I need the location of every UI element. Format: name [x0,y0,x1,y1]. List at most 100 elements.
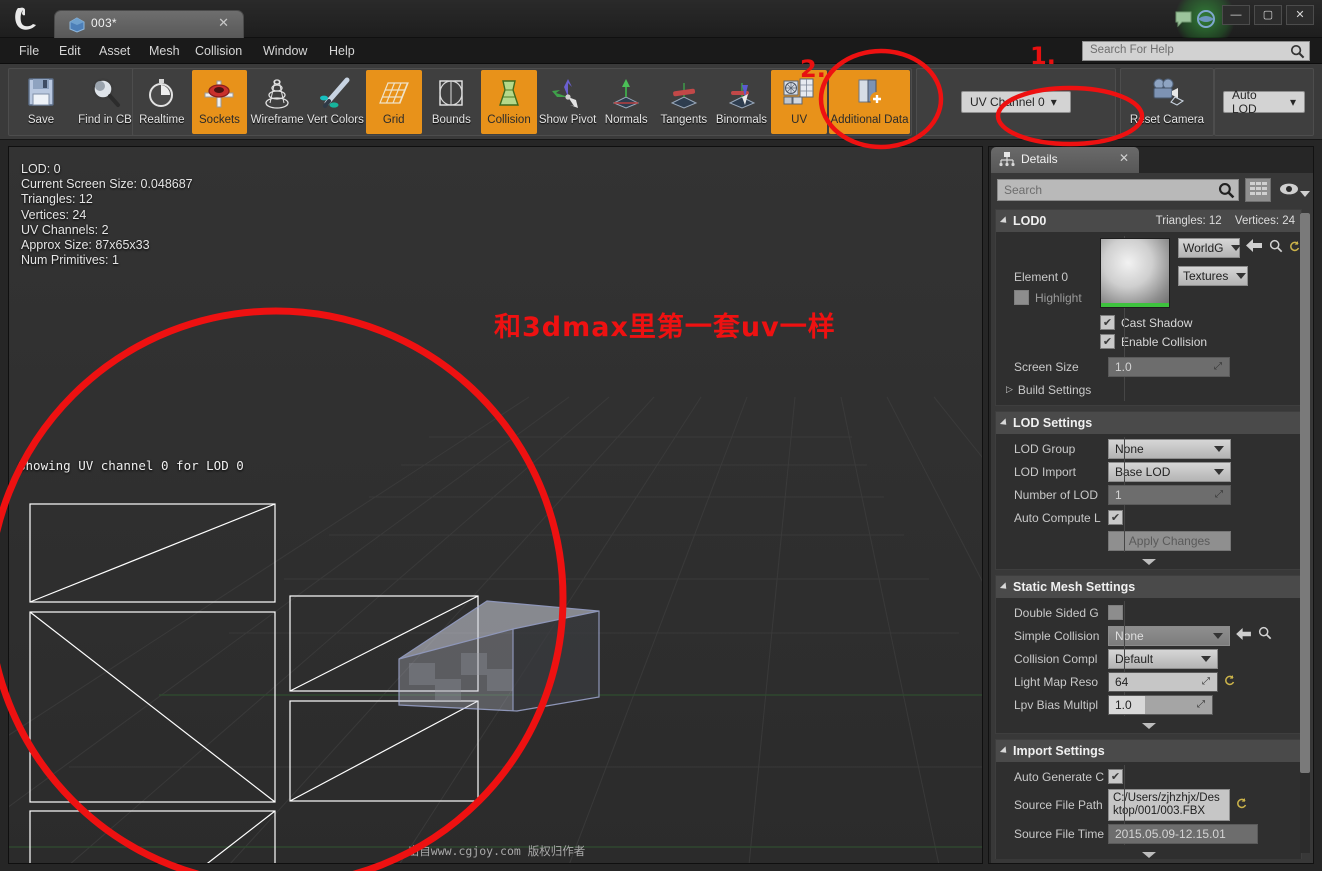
vert-colors-button[interactable]: Vert Colors [307,70,364,134]
row-lod-import: LOD Import Base LOD [996,460,1301,483]
textures-dropdown[interactable]: Textures [1178,266,1248,286]
mesh-viewport[interactable]: LOD: 0 Current Screen Size: 0.048687 Tri… [8,146,983,864]
lod-settings-expand[interactable] [996,555,1301,569]
stat-num-primitives: Num Primitives: 1 [21,253,119,268]
pivot-icon [548,75,588,111]
binormals-label: Binormals [715,114,768,126]
help-search-input[interactable]: Search For Help [1082,41,1310,61]
chevron-down-icon: ▾ [1050,95,1057,109]
grid-button[interactable]: Grid [365,70,422,134]
menu-file[interactable]: File [10,38,48,64]
light-map-res-input[interactable]: 64 ⤢ [1108,671,1218,692]
enable-collision-label: Enable Collision [1121,334,1208,349]
auto-lod-dropdown[interactable]: Auto LOD ▾ [1223,88,1305,116]
close-icon[interactable]: ✕ [218,15,229,31]
wireframe-button[interactable]: Wireframe [249,70,305,134]
save-button[interactable]: Save [10,70,72,134]
additional-data-button[interactable]: Additional Data [828,70,910,134]
find-in-cb-button[interactable]: Find in CB [74,70,136,134]
normals-button[interactable]: Normals [598,70,654,134]
realtime-label: Realtime [139,114,185,126]
spinner-icon[interactable]: ⤢ [1214,361,1225,372]
reset-icon[interactable] [1224,673,1236,691]
section-lod0-title: LOD0 [1013,214,1047,228]
auto-compute-checkbox[interactable]: ✔ [1108,510,1123,525]
back-arrow-icon[interactable] [1236,627,1252,645]
stat-triangles: Triangles: 12 [21,192,93,207]
search-icon [1218,182,1235,204]
section-import-header[interactable]: Import Settings [996,740,1301,762]
bounds-button[interactable]: Bounds [424,70,480,134]
scrollbar-thumb[interactable] [1300,213,1310,773]
eye-icon[interactable] [1279,182,1299,201]
material-thumbnail[interactable] [1100,238,1170,308]
binormals-button[interactable]: Binormals [714,70,770,134]
enable-collision-checkbox[interactable]: ✔ [1100,334,1115,349]
browse-icon[interactable] [1258,626,1272,645]
section-static-mesh-header[interactable]: Static Mesh Settings [996,576,1301,598]
show-pivot-button[interactable]: Show Pivot [538,70,597,134]
number-of-lod-input[interactable]: 1 ⤢ [1108,484,1231,505]
show-pivot-label: Show Pivot [538,114,597,126]
section-lod0-header[interactable]: LOD0 Triangles: 12 Vertices: 24 [996,210,1301,232]
details-search-input[interactable]: Search [997,179,1239,201]
tangents-label: Tangents [660,114,708,126]
static-mesh-expand[interactable] [996,719,1301,733]
spinner-icon[interactable]: ⤢ [1202,676,1213,687]
material-dropdown[interactable]: WorldG [1178,238,1242,258]
menu-edit[interactable]: Edit [50,38,90,64]
collision-button[interactable]: Collision [481,70,537,134]
screen-size-input[interactable]: 1.0 ⤢ [1108,356,1230,377]
back-arrow-icon[interactable] [1246,239,1263,257]
auto-generate-checkbox[interactable]: ✔ [1108,769,1123,784]
maximize-button[interactable]: ▢ [1254,5,1282,25]
highlight-checkbox[interactable] [1014,290,1029,305]
apply-changes-button[interactable]: Apply Changes [1108,530,1231,551]
lpv-bias-input[interactable]: 1.0 [1109,695,1145,714]
spinner-icon[interactable]: ⤢ [1197,699,1208,710]
menu-help[interactable]: Help [320,38,364,64]
spinner-icon[interactable]: ⤢ [1215,489,1226,500]
import-settings-expand[interactable] [996,848,1301,859]
simple-collision-dropdown[interactable]: None [1108,625,1230,646]
lod-group-dropdown[interactable]: None [1108,438,1231,459]
sockets-button[interactable]: Sockets [191,70,248,134]
details-scrollbar[interactable] [1300,213,1310,853]
feedback-icon[interactable] [1174,9,1194,29]
details-search-placeholder: Search [1004,183,1043,197]
double-sided-checkbox[interactable] [1108,605,1123,620]
cast-shadow-label: Cast Shadow [1121,315,1193,330]
section-lod-settings-header[interactable]: LOD Settings [996,412,1301,434]
minimize-button[interactable]: — [1222,5,1250,25]
menu-window[interactable]: Window [254,38,316,64]
cast-shadow-checkbox[interactable]: ✔ [1100,315,1115,330]
asset-tab[interactable]: 003* ✕ [54,10,244,38]
chevron-down-icon[interactable] [1300,185,1310,203]
details-body: Search LOD0 Triangles: 12 Vertices: 24 E… [991,173,1313,863]
expand-triangle-icon[interactable]: ▷ [1006,384,1013,395]
reset-camera-button[interactable]: Reset Camera [1122,70,1212,134]
main-toolbar: Save Find in CB Realtime Sockets Wirefra… [0,64,1322,140]
grid-view-button[interactable] [1245,178,1271,202]
browse-icon[interactable] [1269,239,1283,258]
reset-icon[interactable] [1236,796,1248,814]
row-auto-generate-collision: Auto Generate C ✔ [996,765,1301,788]
collision-complexity-value: Default [1115,651,1154,666]
tangents-button[interactable]: Tangents [656,70,712,134]
menu-asset[interactable]: Asset [90,38,139,64]
details-tab[interactable]: Details ✕ [991,147,1139,173]
close-button[interactable]: ✕ [1286,5,1314,25]
close-icon[interactable]: ✕ [1119,151,1129,165]
uv-channel-dropdown[interactable]: UV Channel 0 ▾ [961,91,1071,113]
browser-icon[interactable] [1196,9,1216,29]
menu-collision[interactable]: Collision [186,38,251,64]
section-static-mesh-title: Static Mesh Settings [1013,580,1136,594]
simple-collision-label: Simple Collision [1014,628,1100,643]
screen-size-value: 1.0 [1115,359,1132,374]
source-file-path-input[interactable]: C:/Users/zjhzhjx/Desktop/001/003.FBX [1108,789,1230,821]
toolbar-group-camera: Reset Camera [1120,68,1214,136]
row-simple-collision: Simple Collision None [996,624,1301,647]
realtime-button[interactable]: Realtime [134,70,190,134]
lod-import-dropdown[interactable]: Base LOD [1108,461,1231,482]
menu-mesh[interactable]: Mesh [140,38,189,64]
